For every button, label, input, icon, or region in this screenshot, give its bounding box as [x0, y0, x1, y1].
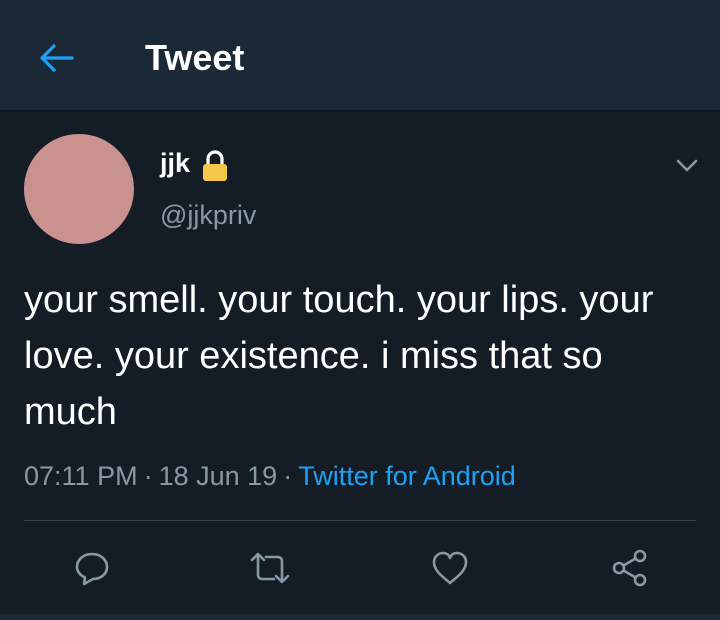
tweet-date: 18 Jun 19: [158, 461, 278, 491]
tweet-time: 07:11 PM: [24, 461, 138, 491]
arrow-left-icon: [40, 44, 74, 72]
tweet-meta: 07:11 PM · 18 Jun 19 · Twitter for Android: [24, 458, 516, 494]
tweet-source-link[interactable]: Twitter for Android: [298, 461, 516, 491]
meta-separator: ·: [283, 461, 293, 491]
back-button[interactable]: [28, 34, 84, 82]
share-button[interactable]: [608, 546, 652, 590]
author-handle[interactable]: @jjkpriv: [160, 198, 256, 232]
like-button[interactable]: [428, 546, 472, 590]
avatar[interactable]: [24, 134, 134, 244]
author-display-name[interactable]: jjk: [160, 146, 190, 180]
retweet-button[interactable]: [248, 546, 292, 590]
reply-button[interactable]: [70, 546, 114, 590]
page-title: Tweet: [145, 37, 245, 78]
chevron-down-icon[interactable]: [672, 150, 702, 180]
share-icon: [612, 549, 647, 587]
meta-separator: ·: [143, 461, 153, 491]
top-app-bar: Tweet: [0, 0, 720, 112]
retweet-icon: [250, 552, 290, 584]
divider: [24, 520, 696, 521]
bottom-edge: [0, 614, 720, 620]
like-icon: [432, 551, 468, 585]
lock-icon: [203, 150, 227, 181]
tweet-text: your smell. your touch. your lips. your …: [24, 279, 664, 433]
reply-icon: [75, 552, 109, 586]
